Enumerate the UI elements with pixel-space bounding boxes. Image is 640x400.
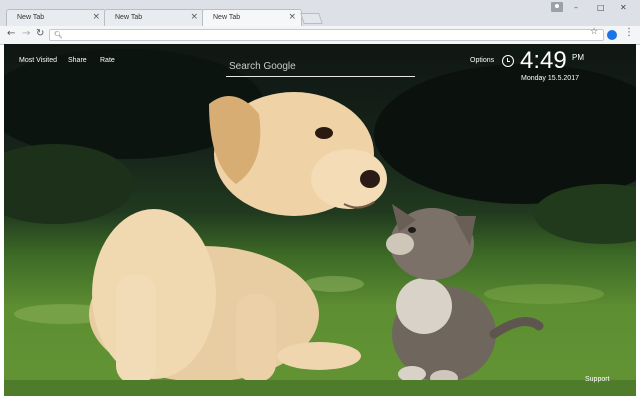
- new-tab-page: Most Visited Share Rate Options 4:49 PM …: [4, 44, 636, 396]
- clock-icon[interactable]: [502, 55, 514, 67]
- close-icon[interactable]: ×: [190, 12, 198, 22]
- tab-title: New Tab: [115, 14, 143, 21]
- clock-date: Monday 15.5.2017: [521, 75, 579, 82]
- bookmark-star-icon[interactable]: ☆: [590, 27, 598, 37]
- support-link[interactable]: Support: [585, 376, 610, 383]
- tab-title: New Tab: [17, 14, 45, 21]
- toolbar: ← → ↻ 🔍︎ ☆ ⋮: [0, 26, 640, 45]
- options-link[interactable]: Options: [470, 57, 494, 64]
- close-icon[interactable]: ×: [288, 12, 296, 22]
- search-box[interactable]: [226, 54, 421, 77]
- close-icon[interactable]: ×: [92, 12, 100, 22]
- tab-1[interactable]: New Tab ×: [6, 9, 106, 26]
- most-visited-link[interactable]: Most Visited: [19, 57, 57, 64]
- tab-strip: New Tab × New Tab × New Tab × – □ ✕: [0, 0, 640, 27]
- address-bar[interactable]: 🔍︎: [49, 29, 604, 41]
- tab-3-active[interactable]: New Tab ×: [202, 9, 302, 26]
- maximize-icon[interactable]: □: [597, 3, 605, 12]
- minimize-icon[interactable]: –: [574, 3, 578, 12]
- clock-hours-minutes: 4:49: [520, 47, 567, 74]
- clock-ampm: PM: [572, 53, 584, 62]
- reload-icon[interactable]: ↻: [36, 28, 44, 39]
- forward-icon[interactable]: →: [22, 28, 30, 39]
- tab-2[interactable]: New Tab ×: [104, 9, 204, 26]
- extension-icon[interactable]: [607, 30, 617, 40]
- clock-time: 4:49 PM: [520, 47, 584, 74]
- address-input[interactable]: [64, 30, 584, 40]
- puppy-and-kitten-photo: [4, 49, 636, 396]
- menu-icon[interactable]: ⋮: [624, 27, 634, 38]
- profile-icon[interactable]: [551, 2, 563, 12]
- tab-title: New Tab: [213, 14, 241, 21]
- rate-link[interactable]: Rate: [100, 57, 115, 64]
- back-icon[interactable]: ←: [7, 28, 15, 39]
- browser-window: New Tab × New Tab × New Tab × – □ ✕ ← → …: [0, 0, 640, 400]
- search-icon: 🔍︎: [54, 31, 63, 39]
- search-input[interactable]: [226, 58, 421, 75]
- share-link[interactable]: Share: [68, 57, 87, 64]
- close-window-icon[interactable]: ✕: [620, 3, 627, 12]
- new-tab-button[interactable]: [300, 13, 323, 24]
